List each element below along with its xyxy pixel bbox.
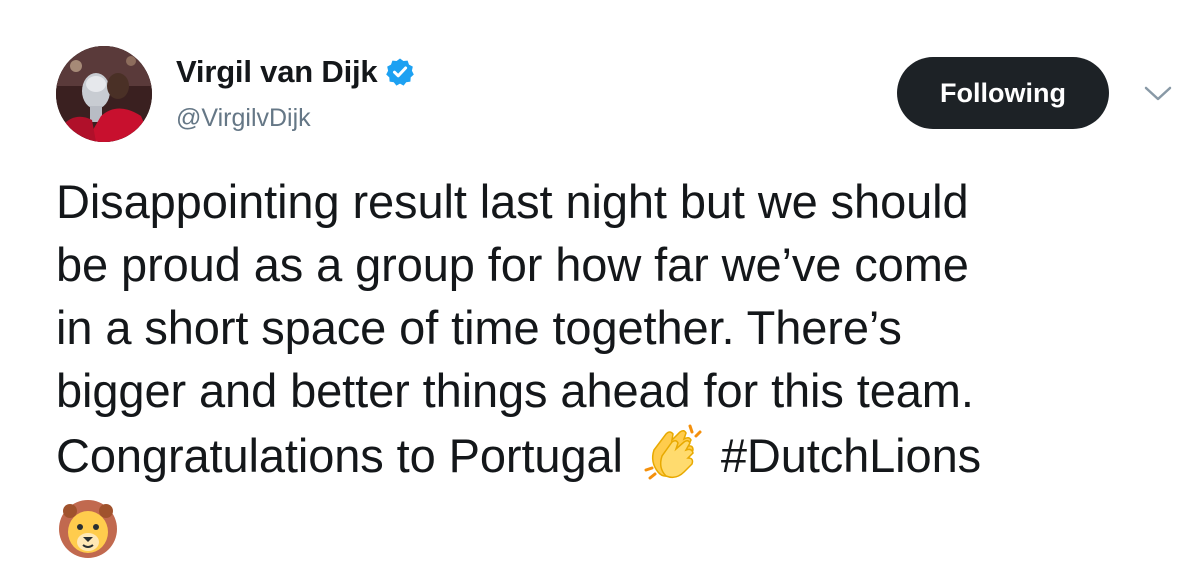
tweet-text-line-last: Congratulations to Portugal #DutchLions bbox=[56, 422, 1176, 497]
tweet-text-line: Disappointing result last night but we s… bbox=[56, 175, 969, 228]
name-row: Virgil van Dijk bbox=[176, 52, 415, 92]
clapping-hands-icon bbox=[636, 422, 708, 497]
verified-badge-icon bbox=[385, 57, 415, 87]
tweet-text-line-emoji bbox=[56, 497, 1176, 570]
avatar[interactable] bbox=[56, 46, 152, 142]
tweet-text-line: in a short space of time together. There… bbox=[56, 301, 902, 354]
user-handle[interactable]: @VirgilvDijk bbox=[176, 104, 311, 133]
lion-face-icon bbox=[56, 497, 120, 570]
hashtag-link[interactable]: #DutchLions bbox=[721, 429, 981, 482]
chevron-down-icon[interactable] bbox=[1140, 82, 1176, 106]
tweet-card: Virgil van Dijk @VirgilvDijk Following D… bbox=[0, 0, 1200, 570]
display-name[interactable]: Virgil van Dijk bbox=[176, 54, 378, 90]
following-button[interactable]: Following bbox=[897, 57, 1109, 129]
tweet-text: Disappointing result last night but we s… bbox=[56, 170, 1176, 570]
tweet-text-line: bigger and better things ahead for this … bbox=[56, 364, 974, 417]
avatar-image bbox=[56, 46, 152, 142]
tweet-text-congrats: Congratulations to Portugal bbox=[56, 429, 623, 482]
tweet-text-line: be proud as a group for how far we’ve co… bbox=[56, 238, 969, 291]
